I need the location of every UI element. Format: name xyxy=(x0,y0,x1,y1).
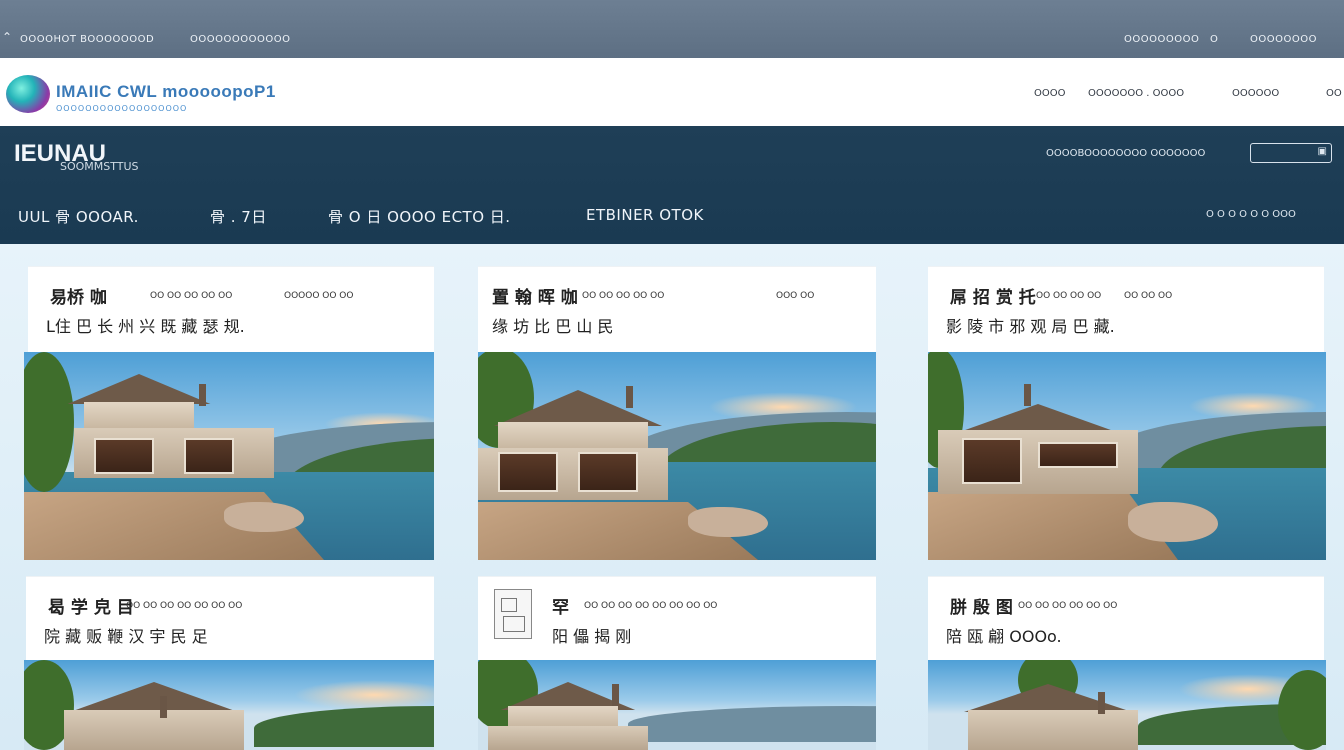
card-header[interactable]: 曷 学 皃 目 OO OO OO OO OO OO OO 院 藏 贩 鞭 汉 宇… xyxy=(26,576,434,660)
top-bar-right-text[interactable]: OOOOOOOOO xyxy=(1124,34,1199,45)
card-header[interactable]: 置 翰 晖 咖 OO OO OO OO OO OOO OO 缘 坊 比 巴 山 … xyxy=(478,266,876,352)
top-bar-left-text-2[interactable]: OOOOOOOOOOOO xyxy=(190,34,290,45)
card-meta: OO OO OO OO OO OO xyxy=(1018,601,1118,611)
banner-right-text: OOOOBOOOOOOOO OOOOOOO xyxy=(1046,148,1206,159)
top-bar-left-text[interactable]: OOOOHOT BOOOOOOOD xyxy=(20,34,154,45)
card-title: 屌 招 赏 托 xyxy=(950,288,1036,308)
logo-text[interactable]: IMAIIC CWL mooooopoP1 xyxy=(56,82,276,102)
card-meta-2: OO OO OO xyxy=(1124,291,1173,301)
top-bar: ⌃ OOOOHOT BOOOOOOOD OOOOOOOOOOOO OOOOOOO… xyxy=(0,0,1344,58)
card-title: 易桥 咖 xyxy=(50,288,107,308)
card-meta: OO OO OO OO OO OO OO xyxy=(126,601,243,611)
search-input[interactable]: ▣ xyxy=(1250,143,1332,163)
banner-nav-item-2[interactable]: 骨 . 7日 xyxy=(210,206,267,227)
card-title: 罕 xyxy=(552,598,569,618)
card-subtitle: 院 藏 贩 鞭 汉 宇 民 足 xyxy=(44,627,208,646)
card-meta-2: OOO OO xyxy=(776,291,815,301)
listing-photo[interactable] xyxy=(928,352,1326,560)
site-header: IMAIIC CWL mooooopoP1 OOOOOOOOOOOOOOOOOO… xyxy=(0,58,1344,126)
listing-photo[interactable] xyxy=(478,660,876,750)
card-meta: OO OO OO OO OO xyxy=(582,291,665,301)
chevron-icon[interactable]: ⌃ xyxy=(2,30,12,44)
card-header[interactable]: 屌 招 赏 托 OO OO OO OO OO OO OO 影 陵 市 邪 观 局… xyxy=(928,266,1324,352)
globe-logo-icon[interactable] xyxy=(6,75,50,113)
listing-photo[interactable] xyxy=(24,352,434,560)
header-nav-item-1[interactable]: OOOO xyxy=(1034,88,1065,99)
card-header[interactable]: 罕 OO OO OO OO OO OO OO OO 阳 儡 揭 刚 xyxy=(478,576,876,660)
card-meta: OO OO OO OO xyxy=(1036,291,1102,301)
top-bar-right-icon[interactable]: O xyxy=(1210,34,1218,45)
listing-photo[interactable] xyxy=(24,660,434,750)
card-subtitle: L住 巴 长 州 兴 既 藏 瑟 规. xyxy=(46,317,245,336)
card-meta-2: OOOOO OO OO xyxy=(284,291,354,301)
floorplan-icon xyxy=(494,589,532,639)
card-subtitle: 阳 儡 揭 刚 xyxy=(552,627,632,646)
card-title: 曷 学 皃 目 xyxy=(48,598,134,618)
header-nav-item-3[interactable]: OOOOOO xyxy=(1232,88,1279,99)
banner-brand-sub: SOOMMSTTUS xyxy=(60,160,139,173)
card-subtitle: 陪 瓯 翩 OOOo. xyxy=(946,627,1062,646)
card-subtitle: 缘 坊 比 巴 山 民 xyxy=(492,317,614,336)
banner-nav-item-1[interactable]: UUL 骨 OOOAR. xyxy=(18,206,139,227)
card-title: 置 翰 晖 咖 xyxy=(492,288,578,308)
listing-photo[interactable] xyxy=(928,660,1326,750)
header-nav-item-2[interactable]: OOOOOOO . OOOO xyxy=(1088,88,1184,99)
logo-subtext: OOOOOOOOOOOOOOOOOO xyxy=(56,104,188,113)
listing-photo[interactable] xyxy=(478,352,876,560)
card-meta: OO OO OO OO OO OO OO OO xyxy=(584,601,718,611)
header-nav-item-4[interactable]: OO xyxy=(1326,88,1342,99)
hero-banner: IEUNAU SOOMMSTTUS OOOOBOOOOOOOO OOOOOOO … xyxy=(0,126,1344,244)
card-subtitle: 影 陵 市 邪 观 局 巴 藏. xyxy=(946,317,1115,336)
banner-nav-right[interactable]: O O O O O O OOO xyxy=(1206,209,1296,220)
top-bar-right-text-2[interactable]: OOOOOOOO xyxy=(1250,34,1317,45)
card-header[interactable]: 胼 殷 图 OO OO OO OO OO OO 陪 瓯 翩 OOOo. xyxy=(928,576,1324,660)
card-header[interactable]: 易桥 咖 OO OO OO OO OO OOOOO OO OO L住 巴 长 州… xyxy=(28,266,434,352)
card-meta: OO OO OO OO OO xyxy=(150,291,233,301)
banner-nav-item-3[interactable]: 骨 O 日 OOOO ECTO 日. xyxy=(328,206,511,227)
search-icon[interactable]: ▣ xyxy=(1318,146,1327,157)
card-title: 胼 殷 图 xyxy=(950,598,1013,618)
banner-nav-item-4[interactable]: ETBINER OTOK xyxy=(586,206,704,224)
